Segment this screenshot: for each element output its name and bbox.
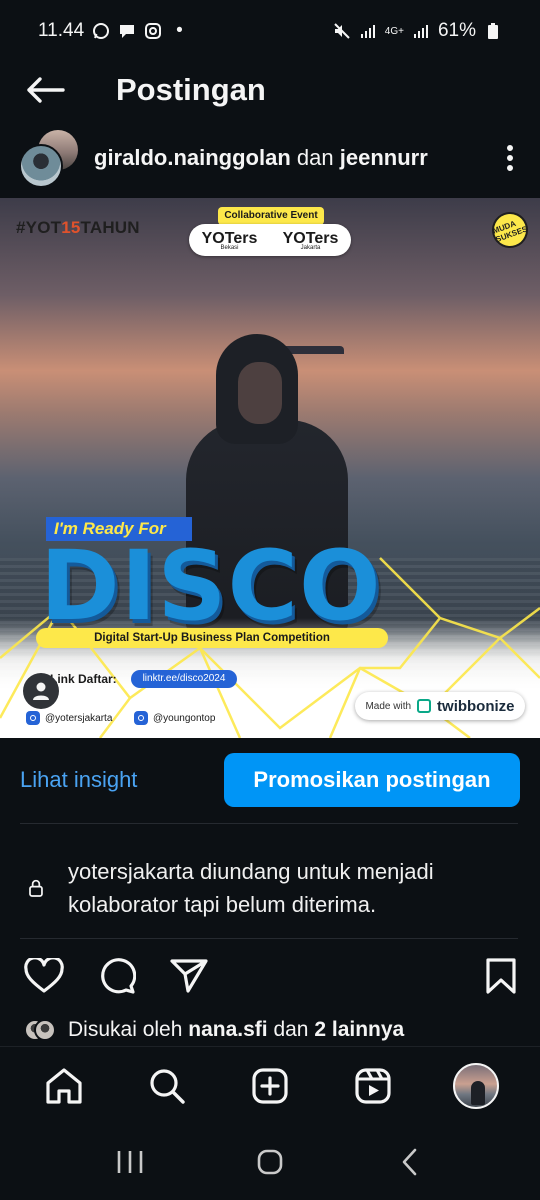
battery-icon bbox=[484, 22, 502, 40]
network-type: 4G+ bbox=[384, 25, 404, 37]
heart-icon[interactable] bbox=[24, 958, 64, 994]
link-pill: linktr.ee/disco2024 bbox=[131, 670, 237, 688]
back-system-button[interactable] bbox=[380, 1132, 440, 1192]
nav-search[interactable] bbox=[139, 1058, 195, 1114]
search-icon bbox=[150, 1068, 185, 1104]
likes-joiner: dan bbox=[273, 1018, 309, 1041]
liker-username[interactable]: nana.sfi bbox=[188, 1018, 267, 1042]
instagram-icon bbox=[134, 711, 148, 725]
bottom-nav bbox=[0, 1046, 540, 1124]
plus-square-icon bbox=[252, 1067, 288, 1104]
mute-icon bbox=[333, 22, 351, 40]
signal-icon bbox=[359, 22, 377, 40]
lock-icon bbox=[29, 879, 43, 897]
status-dot: • bbox=[176, 20, 183, 41]
reels-icon bbox=[355, 1067, 391, 1104]
ig-handle-2: @youngontop bbox=[134, 711, 215, 725]
twibbonize-icon bbox=[417, 699, 432, 713]
tagged-people-button[interactable] bbox=[23, 673, 59, 709]
instagram-icon bbox=[144, 22, 162, 40]
logo-jakarta: YOTers Jakarta bbox=[282, 229, 339, 251]
logo-pill: YOTers Bekasi YOTers Jakarta bbox=[189, 224, 351, 256]
system-nav-bar bbox=[0, 1124, 540, 1200]
disco-title: DISCO bbox=[40, 530, 382, 642]
post-image[interactable]: #YOT15TAHUN Collaborative Event YOTers Be… bbox=[0, 198, 540, 738]
nav-create[interactable] bbox=[242, 1058, 298, 1114]
more-options-button[interactable] bbox=[480, 128, 540, 188]
username-2[interactable]: jeennurr bbox=[340, 145, 428, 170]
nav-reels[interactable] bbox=[345, 1058, 401, 1114]
ig-handle-1: @yotersjakarta bbox=[26, 711, 112, 725]
signal-icon-2 bbox=[412, 22, 430, 40]
comment-icon[interactable] bbox=[98, 957, 136, 995]
avatar-front bbox=[19, 144, 63, 188]
view-insights-link[interactable]: Lihat insight bbox=[20, 767, 137, 793]
home-system-button[interactable] bbox=[240, 1132, 300, 1192]
collab-notice: yotersjakarta diundang untuk menjadi kol… bbox=[0, 840, 540, 936]
chat-bubble-icon bbox=[118, 22, 136, 40]
instagram-icon bbox=[26, 711, 40, 725]
send-icon[interactable] bbox=[170, 958, 208, 994]
divider bbox=[20, 938, 518, 939]
status-time: 11.44 bbox=[38, 20, 85, 41]
nav-profile[interactable] bbox=[448, 1058, 504, 1114]
competition-banner: Digital Start-Up Business Plan Competiti… bbox=[36, 628, 388, 648]
interaction-row bbox=[0, 944, 540, 1008]
recent-apps-button[interactable] bbox=[100, 1132, 160, 1192]
post-usernames[interactable]: giraldo.nainggolan dan jeennurr bbox=[94, 145, 428, 171]
status-left: 11.44 • bbox=[38, 20, 183, 42]
status-right: 4G+ 61% bbox=[333, 20, 502, 42]
made-with-badge: Made with twibbonize bbox=[355, 692, 525, 720]
person-icon bbox=[33, 682, 49, 700]
username-1[interactable]: giraldo.nainggolan bbox=[94, 145, 291, 170]
divider bbox=[20, 823, 518, 824]
more-vertical-icon bbox=[507, 145, 513, 171]
link-label: Link Daftar: bbox=[50, 672, 117, 686]
app-header: Postingan bbox=[0, 62, 540, 118]
username-joiner: dan bbox=[296, 145, 334, 170]
status-bar: 11.44 • 4G+ 61% bbox=[0, 0, 540, 62]
bookmark-icon[interactable] bbox=[486, 958, 516, 994]
circle-home-icon bbox=[257, 1149, 283, 1175]
whatsapp-icon bbox=[92, 22, 110, 40]
profile-avatar bbox=[453, 1062, 500, 1109]
collab-avatars[interactable] bbox=[0, 122, 90, 194]
post-header: giraldo.nainggolan dan jeennurr bbox=[0, 122, 540, 194]
muda-sukses-badge: MUDA SUKSES bbox=[486, 206, 534, 254]
logo-bekasi: YOTers Bekasi bbox=[201, 229, 258, 251]
hashtag: #YOT15TAHUN bbox=[16, 218, 140, 237]
back-button[interactable] bbox=[0, 62, 90, 118]
notice-text: yotersjakarta diundang untuk menjadi kol… bbox=[67, 859, 434, 917]
battery-percent: 61% bbox=[437, 20, 476, 41]
nav-home[interactable] bbox=[36, 1058, 92, 1114]
home-icon bbox=[45, 1067, 82, 1104]
insight-row: Lihat insight Promosikan postingan bbox=[0, 752, 540, 808]
liker-avatars bbox=[24, 1015, 58, 1045]
collab-badge: Collaborative Event bbox=[218, 207, 324, 225]
recent-apps-icon bbox=[117, 1151, 143, 1173]
likes-prefix: Disukai oleh bbox=[68, 1018, 183, 1041]
likes-row[interactable]: Disukai oleh nana.sfi dan 2 lainnya bbox=[0, 1012, 540, 1048]
chevron-left-icon bbox=[402, 1148, 417, 1176]
arrow-left-icon bbox=[27, 77, 65, 103]
likes-others[interactable]: 2 lainnya bbox=[314, 1018, 404, 1042]
page-title: Postingan bbox=[116, 72, 266, 107]
promote-post-button[interactable]: Promosikan postingan bbox=[224, 753, 520, 807]
